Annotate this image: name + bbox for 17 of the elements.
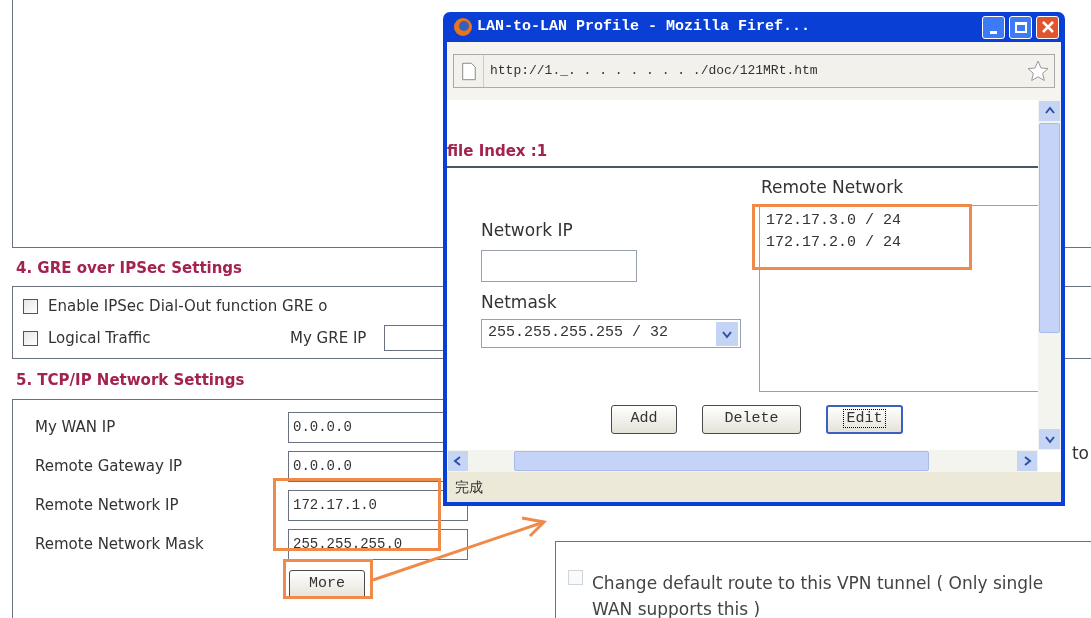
field-label: Remote Gateway IP	[35, 456, 184, 478]
window-title: LAN-to-LAN Profile - Mozilla Firef...	[477, 16, 812, 37]
profile-heading: file Index :1	[447, 142, 548, 160]
section-heading: 5. TCP/IP Network Settings	[16, 370, 245, 391]
field-label: My GRE IP	[290, 327, 367, 349]
field-label: Remote Network Mask	[35, 534, 205, 556]
field-label: My WAN IP	[35, 417, 117, 439]
checkbox-label: Logical Traffic	[48, 327, 152, 349]
note-text: to	[1071, 442, 1089, 465]
checkbox-label: Enable IPSec Dial-Out function GRE o	[48, 295, 328, 317]
field-label: Network IP	[481, 219, 574, 242]
url-text: http://1._. . . . . . . . ./doc/121MRt.htm	[489, 62, 819, 81]
field-label: Netmask	[481, 290, 558, 314]
list-label: Remote Network	[760, 176, 904, 199]
checkbox-label: Change default route to this VPN tunnel ( Only single WAN supports this )	[592, 572, 1045, 618]
section-heading: 4. GRE over IPSec Settings	[16, 258, 243, 279]
field-label: Remote Network IP	[35, 495, 180, 517]
